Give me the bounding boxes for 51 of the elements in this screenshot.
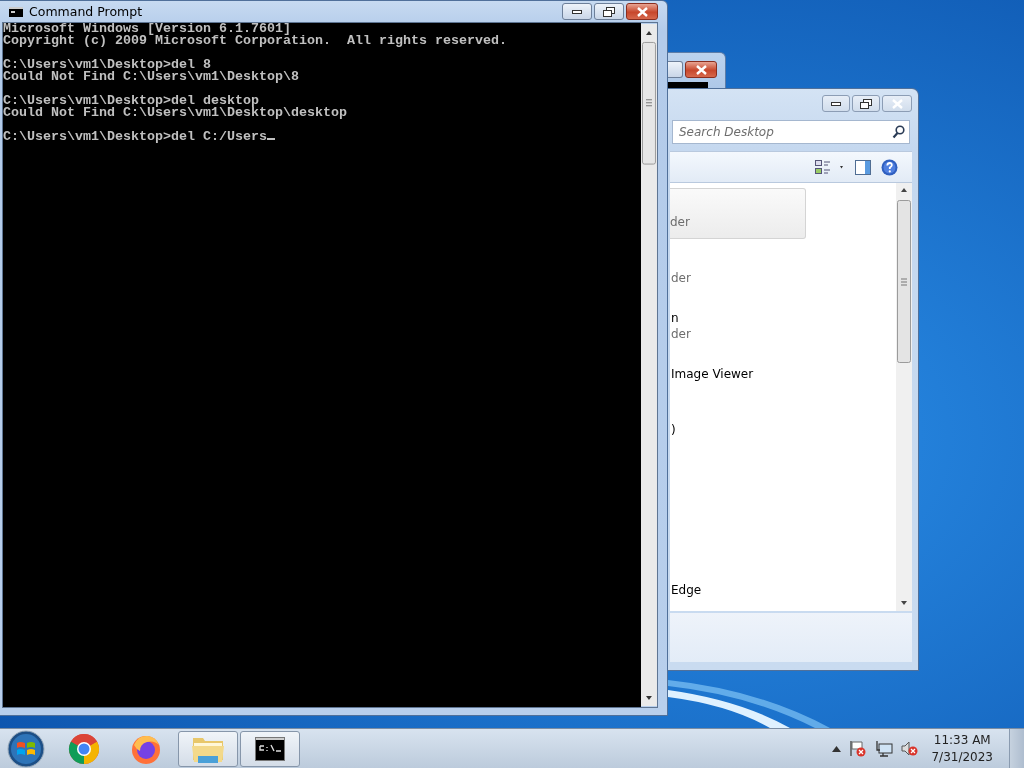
file-item[interactable]: der — [670, 244, 806, 295]
console-line: C:\Users\vm1\Desktop>del desktop — [3, 95, 259, 107]
close-button[interactable] — [685, 61, 717, 78]
text-cursor — [266, 138, 275, 140]
restore-icon — [860, 98, 872, 109]
close-icon — [636, 6, 648, 17]
speaker-icon[interactable] — [901, 740, 920, 757]
preview-pane-icon[interactable] — [855, 159, 871, 175]
start-button[interactable] — [7, 729, 45, 768]
file-type: der — [671, 271, 691, 285]
file-name: n — [671, 311, 679, 325]
file-item[interactable]: n der — [670, 300, 806, 351]
minimize-icon — [572, 9, 582, 14]
console-line: Could Not Find C:\Users\vm1\Desktop\8 — [3, 71, 299, 83]
close-icon — [891, 98, 903, 109]
minimize-icon — [831, 101, 841, 106]
file-item[interactable]: Edge — [670, 572, 806, 611]
file-name: Edge — [671, 583, 702, 597]
clock[interactable]: 11:33 AM 7/31/2023 — [931, 731, 993, 766]
console-icon[interactable] — [255, 736, 285, 761]
close-icon — [695, 64, 707, 75]
monitor-icon[interactable] — [875, 740, 894, 757]
view-options-icon[interactable] — [815, 160, 845, 174]
file-type: der — [671, 327, 691, 341]
flag-icon[interactable] — [849, 740, 868, 757]
file-item[interactable]: ) — [670, 412, 806, 463]
command-input[interactable]: C:\Users\vm1\Desktop>del C:/Users — [3, 131, 267, 143]
minimize-button[interactable] — [822, 95, 850, 112]
close-button[interactable] — [626, 3, 658, 20]
maximize-button[interactable] — [852, 95, 880, 112]
console-line: Could Not Find C:\Users\vm1\Desktop\desktop — [3, 107, 347, 119]
file-item[interactable]: Image Viewer — [670, 356, 806, 407]
minimize-button[interactable] — [562, 3, 592, 20]
window-title: Command Prompt — [29, 4, 144, 19]
file-item[interactable]: der — [670, 188, 806, 239]
search-icon — [892, 125, 905, 139]
console-icon — [9, 6, 23, 17]
browser-icon[interactable] — [68, 732, 100, 765]
scrollbar[interactable] — [896, 183, 912, 611]
file-name: ) — [671, 423, 676, 437]
restore-icon — [603, 6, 615, 17]
console-line: Copyright (c) 2009 Microsoft Corporation. All rights reserved. — [3, 35, 507, 47]
taskbar-button[interactable] — [240, 730, 300, 767]
search-field[interactable]: Search Desktop — [672, 120, 910, 144]
arrow-up-icon[interactable] — [832, 745, 842, 752]
console-line: C:\Users\vm1\Desktop>del 8 — [3, 59, 211, 71]
maximize-button[interactable] — [594, 3, 624, 20]
scrollbar[interactable] — [641, 23, 657, 707]
file-type: der — [670, 215, 690, 229]
help-icon[interactable] — [881, 158, 898, 176]
file-name: Image Viewer — [671, 367, 754, 381]
